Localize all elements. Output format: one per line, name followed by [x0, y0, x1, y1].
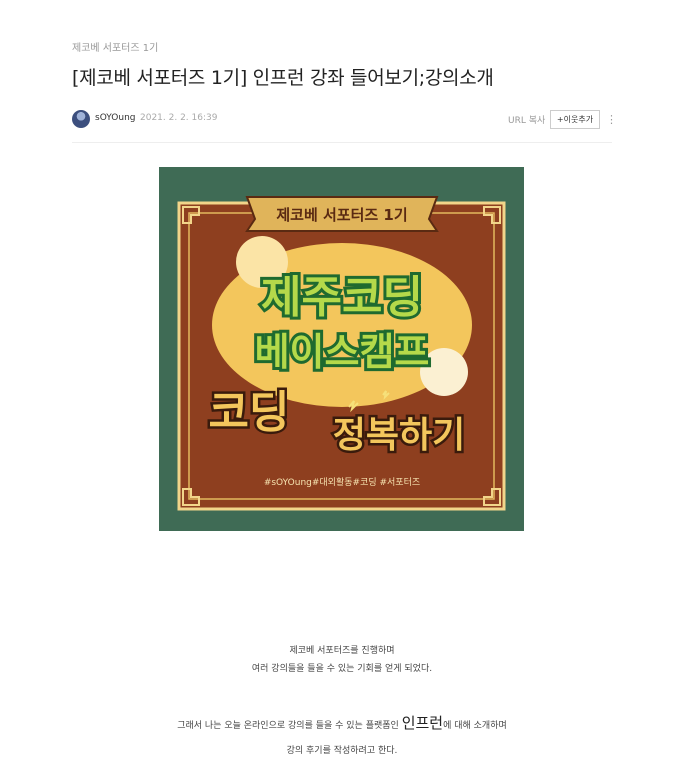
divider	[72, 142, 612, 143]
poster-subhead-1: 코딩	[209, 387, 290, 438]
paragraph-1b: 여러 강의들을 들을 수 있는 기회를 얻게 되었다.	[0, 661, 684, 674]
more-options-icon[interactable]: ⋮	[606, 110, 617, 129]
paragraph-1-line-2: 여러 강의들을 들을 수 있는 기회를 얻게 되었다.	[251, 664, 433, 674]
paragraph-2: 그래서 나는 오늘 온라인으로 강의를 들을 수 있는 플랫폼인 인프런에 대해…	[0, 712, 684, 733]
avatar[interactable]	[72, 110, 90, 128]
post-meta: sOYOung 2021. 2. 2. 16:39 URL 복사 +이웃추가 ⋮	[72, 110, 617, 130]
poster-image: 제코베 서포터즈 1기 제주코딩 베이스캠프 코딩 정복하기 #sOYOung#…	[159, 167, 524, 531]
poster-hashtags: #sOYOung#대외활동#코딩 #서포터즈	[264, 476, 420, 488]
paragraph-1: 제코베 서포터즈를 진행하며	[0, 643, 684, 656]
inflearn-highlight: 인프런	[401, 714, 444, 732]
add-neighbor-button[interactable]: +이웃추가	[550, 110, 600, 129]
post-category[interactable]: 제코베 서포터즈 1기	[72, 39, 158, 54]
post-date: 2021. 2. 2. 16:39	[140, 113, 218, 123]
paragraph-2-suffix: 에 대해 소개하며	[443, 721, 507, 731]
url-copy-button[interactable]: URL 복사	[508, 113, 545, 126]
poster-subhead-2: 정복하기	[333, 415, 465, 456]
paragraph-1-line-1: 제코베 서포터즈를 진행하며	[289, 646, 395, 656]
paragraph-2-prefix: 그래서 나는 오늘 온라인으로 강의를 들을 수 있는 플랫폼인	[177, 721, 402, 731]
poster-banner: 제코베 서포터즈 1기	[245, 196, 439, 232]
post-title: [제코베 서포터즈 1기] 인프런 강좌 들어보기;강의소개	[72, 67, 494, 89]
paragraph-2-line-2: 강의 후기를 작성하려고 한다.	[286, 746, 398, 756]
paragraph-2b: 강의 후기를 작성하려고 한다.	[0, 743, 684, 756]
poster-headline-1: 제주코딩	[261, 272, 423, 323]
svg-text:제코베 서포터즈 1기: 제코베 서포터즈 1기	[276, 206, 407, 224]
poster-headline-2: 베이스캠프	[255, 330, 430, 374]
author-name[interactable]: sOYOung	[95, 113, 136, 123]
